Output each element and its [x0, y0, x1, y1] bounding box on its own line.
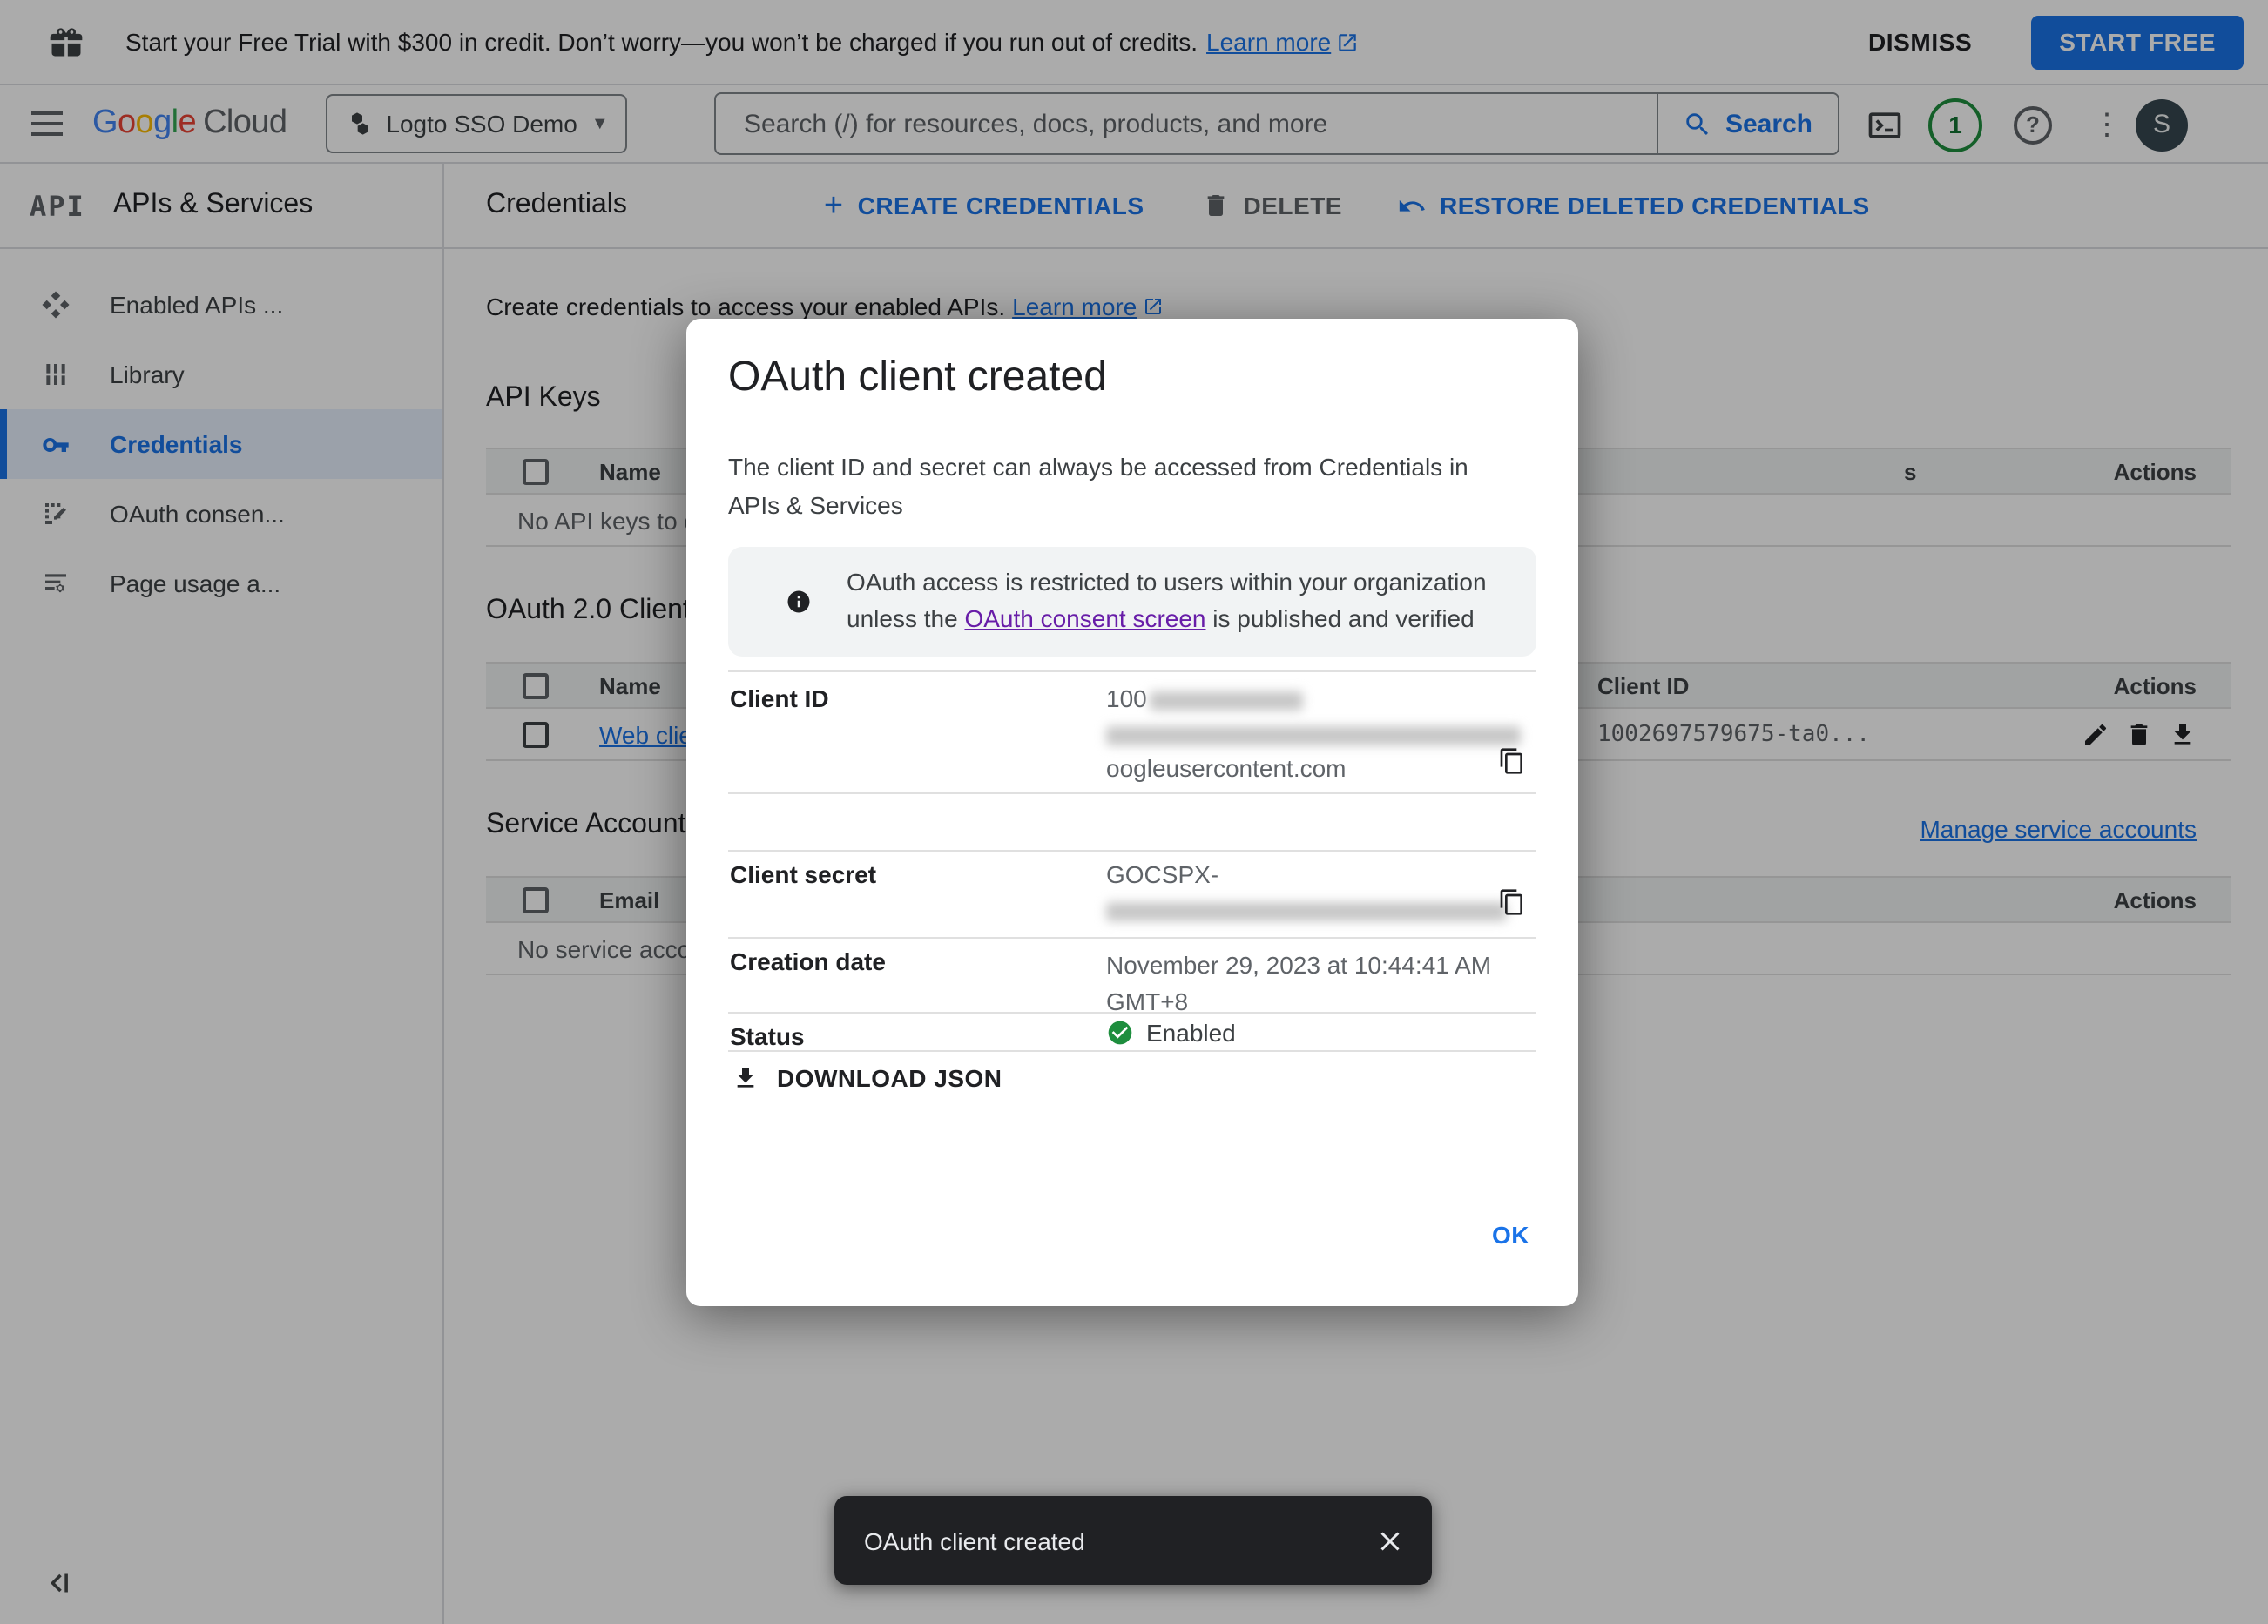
oauth-client-created-dialog: OAuth client created The client ID and s… [686, 319, 1578, 1306]
divider [728, 792, 1536, 794]
copy-client-id-icon[interactable] [1498, 747, 1526, 775]
copy-client-secret-icon[interactable] [1498, 888, 1526, 916]
dialog-title: OAuth client created [728, 354, 1107, 401]
viewport-scaler: Start your Free Trial with $300 in credi… [0, 0, 2268, 1624]
close-icon[interactable] [1374, 1525, 1406, 1556]
divider [728, 850, 1536, 852]
client-secret-label: Client secret [730, 860, 877, 888]
info-text: OAuth access is restricted to users with… [847, 568, 1487, 632]
toast-snackbar: OAuth client created [834, 1496, 1432, 1585]
info-icon [786, 589, 812, 615]
creation-date-label: Creation date [730, 947, 886, 975]
info-banner: OAuth access is restricted to users with… [728, 547, 1536, 657]
redacted-text [1106, 901, 1507, 921]
dialog-description: The client ID and secret can always be a… [728, 453, 1468, 519]
ok-button[interactable]: OK [1492, 1221, 1529, 1249]
client-id-value-line2 [1106, 719, 1521, 747]
creation-date-value: November 29, 2023 at 10:44:41 AM GMT+8 [1106, 951, 1492, 1015]
status-label: Status [730, 1022, 805, 1050]
divider [728, 1050, 1536, 1052]
toast-message: OAuth client created [864, 1526, 1085, 1554]
client-id-value-line3: oogleusercontent.com [1106, 754, 1347, 782]
download-icon [732, 1064, 759, 1092]
oauth-consent-screen-link[interactable]: OAuth consent screen [964, 604, 1205, 632]
check-circle-icon [1106, 1019, 1134, 1047]
redacted-text [1150, 691, 1304, 711]
gcp-console-page: Start your Free Trial with $300 in credi… [0, 0, 2268, 1624]
client-id-label: Client ID [730, 684, 829, 712]
redacted-text [1106, 725, 1521, 745]
divider [728, 1012, 1536, 1014]
download-json-button[interactable]: DOWNLOAD JSON [732, 1064, 1002, 1092]
client-secret-value-line1: GOCSPX- [1106, 860, 1219, 888]
status-value: Enabled [1106, 1019, 1236, 1047]
divider [728, 670, 1536, 672]
client-id-value-line1: 100 [1106, 684, 1304, 712]
divider [728, 937, 1536, 939]
client-secret-value-line2 [1106, 895, 1507, 923]
